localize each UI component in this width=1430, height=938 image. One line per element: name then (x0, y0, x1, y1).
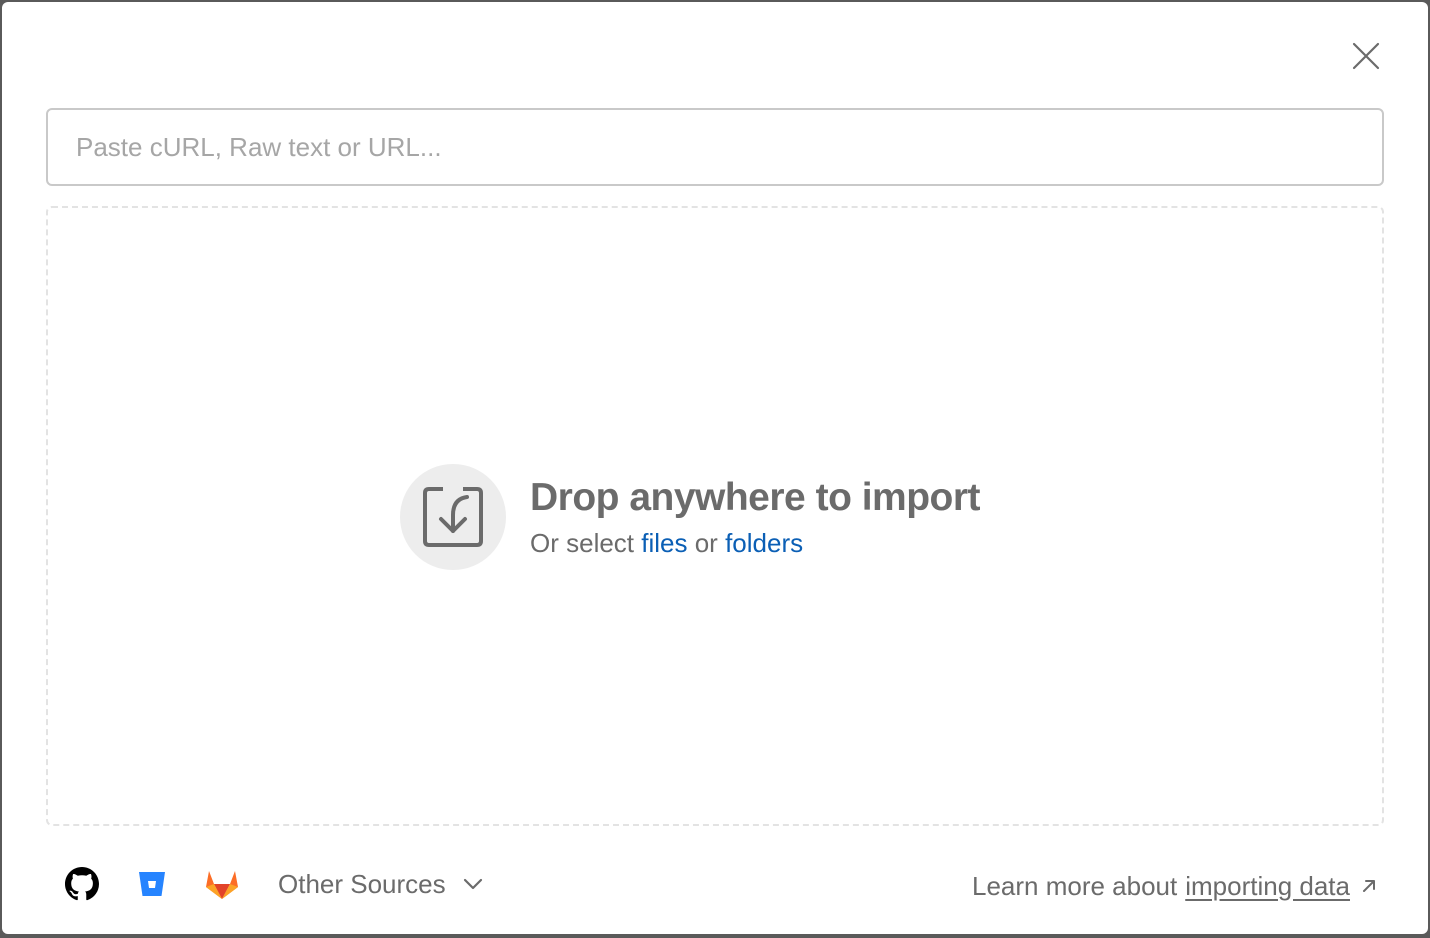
learn-more-prefix: Learn more about (971, 870, 1178, 901)
importing-data-link[interactable]: importing data (1185, 871, 1350, 902)
drop-zone[interactable]: Drop anywhere to import Or select files … (46, 206, 1384, 826)
external-link-icon (1360, 877, 1378, 895)
import-icon (423, 487, 483, 547)
learn-more: Learn more about importing data (972, 866, 1378, 906)
import-icon-circle (400, 464, 506, 570)
other-sources-label: Other Sources (278, 868, 446, 899)
subtitle-prefix: Or select (530, 528, 642, 558)
gitlab-button[interactable] (204, 866, 240, 902)
close-icon (1352, 42, 1380, 70)
folders-link[interactable]: folders (725, 528, 803, 558)
drop-title: Drop anywhere to import (530, 476, 981, 519)
files-link[interactable]: files (641, 528, 687, 558)
github-icon (65, 867, 99, 901)
drop-text: Drop anywhere to import Or select files … (530, 475, 981, 559)
gitlab-icon (206, 871, 238, 899)
other-sources-dropdown[interactable]: Other Sources (278, 869, 484, 900)
url-input[interactable] (46, 108, 1384, 186)
source-bar: Other Sources (64, 864, 484, 904)
import-dialog: Drop anywhere to import Or select files … (2, 2, 1428, 934)
drop-subtitle: Or select files or folders (530, 527, 980, 559)
chevron-down-icon (462, 877, 484, 891)
github-button[interactable] (64, 866, 100, 902)
bitbucket-icon (139, 872, 165, 896)
subtitle-middle: or (687, 528, 726, 558)
close-button[interactable] (1346, 36, 1386, 76)
bitbucket-button[interactable] (134, 866, 170, 902)
drop-content: Drop anywhere to import Or select files … (400, 464, 981, 570)
